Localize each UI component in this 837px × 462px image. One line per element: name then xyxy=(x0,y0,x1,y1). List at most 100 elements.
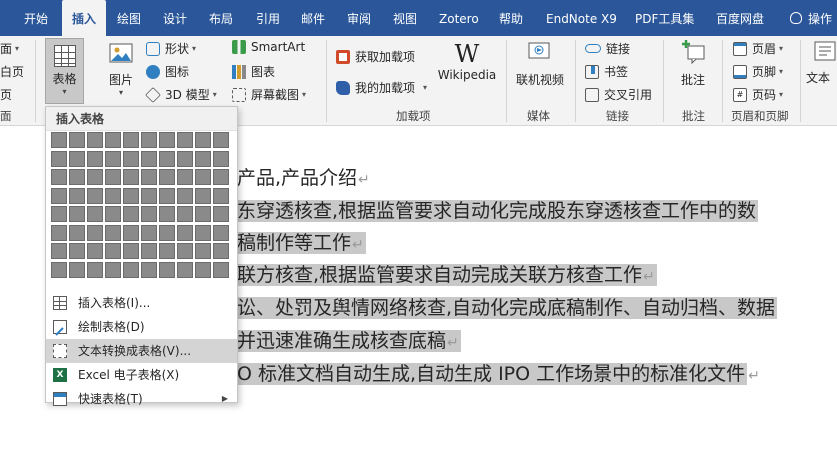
grid-cell[interactable] xyxy=(87,187,103,204)
grid-cell[interactable] xyxy=(69,261,85,278)
tab-view[interactable]: 视图 xyxy=(393,0,417,36)
grid-cell[interactable] xyxy=(195,206,211,222)
grid-cell[interactable] xyxy=(213,261,229,278)
excel-spreadsheet-item[interactable]: X Excel 电子表格(X) xyxy=(46,363,237,387)
grid-cell[interactable] xyxy=(177,261,193,278)
cross-reference-button[interactable]: 交叉引用 xyxy=(585,86,652,103)
grid-cell[interactable] xyxy=(69,243,85,259)
icons-button[interactable]: 图标 xyxy=(146,63,189,80)
grid-cell[interactable] xyxy=(123,261,139,278)
grid-cell[interactable] xyxy=(213,150,229,167)
tab-mailings[interactable]: 邮件 xyxy=(301,0,325,36)
grid-cell[interactable] xyxy=(69,132,85,148)
grid-cell[interactable] xyxy=(159,150,175,167)
grid-cell[interactable] xyxy=(159,224,175,241)
grid-cell[interactable] xyxy=(123,187,139,204)
grid-cell[interactable] xyxy=(123,132,139,148)
doc-line-2[interactable]: 东穿透核查,根据监管要求自动化完成股东穿透核查工作中的数 xyxy=(237,196,759,226)
grid-cell[interactable] xyxy=(87,132,103,148)
cover-page-button[interactable]: 面 ▾ xyxy=(0,40,19,57)
screenshot-button[interactable]: 屏幕截图 ▾ xyxy=(232,86,306,103)
grid-cell[interactable] xyxy=(105,187,121,204)
grid-cell[interactable] xyxy=(51,261,67,278)
grid-cell[interactable] xyxy=(159,187,175,204)
table-button[interactable]: 表格 ▾ xyxy=(45,38,84,104)
tab-references[interactable]: 引用 xyxy=(256,0,280,36)
grid-cell[interactable] xyxy=(87,150,103,167)
tab-zotero[interactable]: Zotero xyxy=(439,0,479,36)
smartart-button[interactable]: SmartArt xyxy=(232,40,305,54)
grid-cell[interactable] xyxy=(87,261,103,278)
grid-cell[interactable] xyxy=(177,224,193,241)
grid-cell[interactable] xyxy=(51,150,67,167)
grid-cell[interactable] xyxy=(195,261,211,278)
grid-cell[interactable] xyxy=(87,206,103,222)
doc-line-3[interactable]: 稿制作等工作↵ xyxy=(237,228,366,258)
grid-cell[interactable] xyxy=(141,224,157,241)
table-size-grid[interactable] xyxy=(51,132,231,286)
grid-cell[interactable] xyxy=(87,169,103,185)
grid-cell[interactable] xyxy=(195,224,211,241)
tab-help[interactable]: 帮助 xyxy=(499,0,523,36)
grid-cell[interactable] xyxy=(159,132,175,148)
3d-models-button[interactable]: 3D 模型 ▾ xyxy=(145,86,217,103)
tab-baidu-netdisk[interactable]: 百度网盘 xyxy=(716,0,764,36)
grid-cell[interactable] xyxy=(141,132,157,148)
grid-cell[interactable] xyxy=(87,224,103,241)
blank-page-button[interactable]: 白页 xyxy=(0,63,24,80)
insert-table-item[interactable]: 插入表格(I)... xyxy=(46,291,237,315)
grid-cell[interactable] xyxy=(51,243,67,259)
grid-cell[interactable] xyxy=(195,243,211,259)
grid-cell[interactable] xyxy=(177,169,193,185)
page-number-button[interactable]: # 页码 ▾ xyxy=(733,86,783,103)
grid-cell[interactable] xyxy=(141,261,157,278)
bookmark-button[interactable]: 书签 xyxy=(585,63,628,80)
grid-cell[interactable] xyxy=(51,187,67,204)
wikipedia-button[interactable]: W Wikipedia xyxy=(436,40,498,82)
tab-insert[interactable]: 插入 xyxy=(62,0,106,36)
grid-cell[interactable] xyxy=(51,206,67,222)
grid-cell[interactable] xyxy=(123,150,139,167)
grid-cell[interactable] xyxy=(195,187,211,204)
grid-cell[interactable] xyxy=(51,169,67,185)
grid-cell[interactable] xyxy=(213,187,229,204)
grid-cell[interactable] xyxy=(177,150,193,167)
header-button[interactable]: 页眉 ▾ xyxy=(733,40,783,57)
grid-cell[interactable] xyxy=(51,132,67,148)
grid-cell[interactable] xyxy=(123,206,139,222)
grid-cell[interactable] xyxy=(141,150,157,167)
grid-cell[interactable] xyxy=(141,169,157,185)
grid-cell[interactable] xyxy=(123,169,139,185)
pictures-button[interactable]: 图片 ▾ xyxy=(104,42,138,97)
grid-cell[interactable] xyxy=(69,224,85,241)
grid-cell[interactable] xyxy=(141,187,157,204)
grid-cell[interactable] xyxy=(159,261,175,278)
grid-cell[interactable] xyxy=(213,224,229,241)
tab-draw[interactable]: 绘图 xyxy=(117,0,141,36)
grid-cell[interactable] xyxy=(87,243,103,259)
grid-cell[interactable] xyxy=(141,243,157,259)
doc-line-5[interactable]: 讼、处罚及舆情网络核查,自动化完成底稿制作、自动归档、数据 xyxy=(237,293,778,323)
grid-cell[interactable] xyxy=(105,261,121,278)
tell-me-box[interactable]: 操作 xyxy=(790,0,832,36)
online-video-button[interactable]: 联机视频 xyxy=(512,40,568,88)
grid-cell[interactable] xyxy=(213,206,229,222)
grid-cell[interactable] xyxy=(141,206,157,222)
grid-cell[interactable] xyxy=(195,132,211,148)
doc-line-6[interactable]: 并迅速准确生成核查底稿↵ xyxy=(237,326,461,356)
tab-layout[interactable]: 布局 xyxy=(209,0,233,36)
footer-button[interactable]: 页脚 ▾ xyxy=(733,63,783,80)
link-button[interactable]: 链接 xyxy=(585,40,630,57)
chart-button[interactable]: 图表 xyxy=(232,63,275,80)
doc-line-7[interactable]: O 标准文档自动生成,自动生成 IPO 工作场景中的标准化文件 ↵ xyxy=(237,359,760,389)
tab-pdf-tools[interactable]: PDF工具集 xyxy=(635,0,694,36)
grid-cell[interactable] xyxy=(69,150,85,167)
quick-tables-item[interactable]: 快速表格(T) ▶ xyxy=(46,387,237,411)
doc-line-4[interactable]: 联方核查,根据监管要求自动完成关联方核查工作↵ xyxy=(237,260,657,290)
grid-cell[interactable] xyxy=(177,187,193,204)
get-addins-button[interactable]: 获取加载项 xyxy=(336,48,415,65)
grid-cell[interactable] xyxy=(213,132,229,148)
grid-cell[interactable] xyxy=(51,224,67,241)
grid-cell[interactable] xyxy=(123,243,139,259)
tab-design[interactable]: 设计 xyxy=(163,0,187,36)
